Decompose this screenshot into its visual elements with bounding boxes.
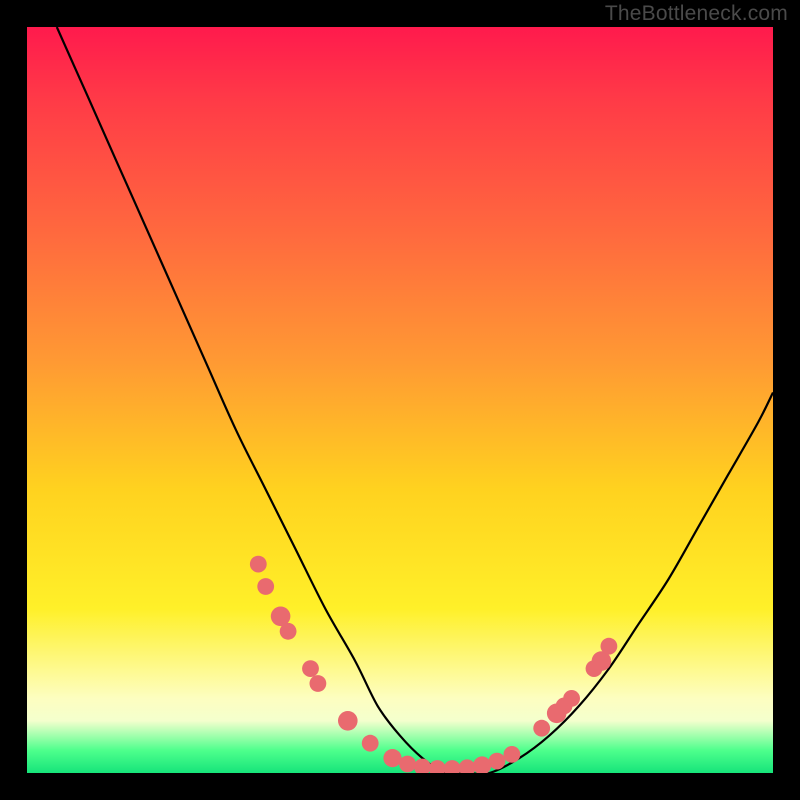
curve-marker bbox=[473, 756, 491, 773]
chart-svg bbox=[27, 27, 773, 773]
curve-marker bbox=[257, 578, 274, 595]
chart-frame: TheBottleneck.com bbox=[0, 0, 800, 800]
curve-marker bbox=[399, 756, 416, 773]
curve-marker bbox=[280, 623, 297, 640]
curve-marker bbox=[444, 760, 461, 773]
bottleneck-curve bbox=[57, 27, 773, 773]
curve-marker bbox=[459, 759, 476, 773]
curve-marker bbox=[310, 675, 327, 692]
curve-marker bbox=[338, 711, 358, 731]
watermark-text: TheBottleneck.com bbox=[605, 2, 788, 26]
curve-marker bbox=[383, 749, 401, 767]
chart-plot-area bbox=[27, 27, 773, 773]
marker-group bbox=[250, 556, 617, 773]
curve-marker bbox=[533, 720, 550, 737]
curve-marker bbox=[563, 690, 580, 707]
curve-marker bbox=[489, 753, 506, 770]
curve-marker bbox=[250, 556, 267, 573]
curve-marker bbox=[302, 660, 319, 677]
curve-marker bbox=[429, 760, 446, 773]
curve-marker bbox=[414, 759, 431, 773]
curve-marker bbox=[601, 638, 618, 655]
curve-marker bbox=[362, 735, 379, 752]
curve-marker bbox=[504, 746, 521, 763]
